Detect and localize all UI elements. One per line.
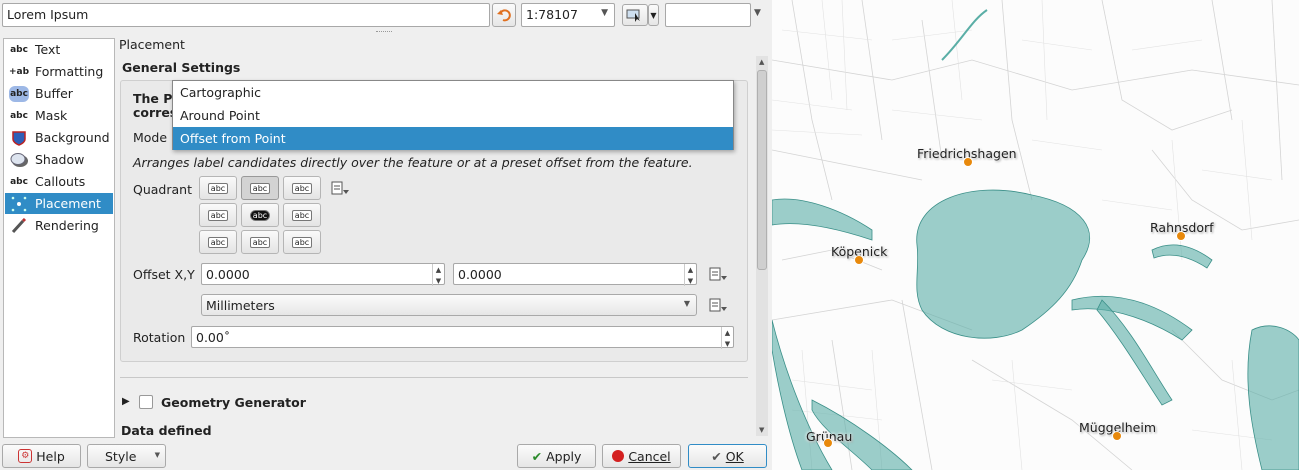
rotation-label: Rotation	[133, 330, 186, 345]
placement-icon	[9, 196, 29, 212]
undo-arrow-icon	[497, 9, 511, 22]
layer-properties-panel: Lorem Ipsum 1:78107 ▼ ▼ ▼ abc Text +ab For…	[0, 0, 772, 470]
map-point-marker[interactable]	[963, 157, 973, 167]
mode-option-cartographic[interactable]: Cartographic	[173, 81, 733, 104]
page-title: Placement	[119, 37, 185, 52]
select-menu-dropdown[interactable]: ▼	[648, 4, 659, 26]
help-icon: ⚙	[18, 449, 33, 463]
rotation-input[interactable]: 0.00˚ ▲ ▼	[191, 326, 734, 349]
layer-name-field[interactable]: Lorem Ipsum	[2, 3, 490, 27]
quadrant-top-right[interactable]: abc	[283, 176, 321, 200]
sidebar-item-mask[interactable]: abc Mask	[5, 105, 113, 126]
units-select[interactable]: Millimeters ▼	[201, 294, 697, 316]
map-rendering	[772, 0, 1299, 470]
cancel-icon	[612, 450, 625, 462]
geometry-generator-checkbox[interactable]	[139, 395, 153, 409]
data-defined-heading: Data defined	[121, 423, 212, 438]
offset-x-input[interactable]: 0.0000 ▲ ▼	[201, 263, 445, 286]
reset-layer-name-button[interactable]	[492, 3, 516, 27]
quadrant-grid: abc abc abc abc abc abc abc abc abc	[199, 176, 323, 256]
map-point-marker[interactable]	[1176, 231, 1186, 241]
mode-option-around-point[interactable]: Around Point	[173, 104, 733, 127]
resize-handle[interactable]	[376, 31, 392, 34]
apply-button[interactable]: ✔ Apply	[517, 444, 596, 468]
sidebar-item-buffer[interactable]: abc Buffer	[5, 83, 113, 104]
mode-description: Arranges label candidates directly over …	[133, 155, 693, 170]
formatting-icon: +ab	[8, 66, 30, 77]
quadrant-bottom-center[interactable]: abc	[241, 230, 279, 254]
text-icon: abc	[10, 44, 28, 55]
info-text-line2: corres	[133, 105, 178, 120]
chevron-down-icon: ▼	[154, 451, 160, 459]
data-defined-override-icon[interactable]	[707, 264, 729, 284]
sidebar-item-text[interactable]: abc Text	[5, 39, 113, 60]
geometry-generator-label: Geometry Generator	[161, 395, 306, 410]
shadow-icon	[9, 152, 29, 168]
content-scrollbar[interactable]: ▲ ▼	[756, 56, 768, 436]
sidebar-item-formatting[interactable]: +ab Formatting	[5, 61, 113, 82]
buffer-icon: abc	[9, 85, 29, 102]
separator	[120, 377, 748, 378]
select-cursor-icon	[626, 9, 640, 22]
map-canvas[interactable]: Friedrichshagen Rahnsdorf Köpenick Grüna…	[772, 0, 1299, 470]
brush-icon	[9, 217, 29, 234]
mode-label: Mode	[133, 130, 168, 145]
chevron-down-icon: ▼	[683, 299, 690, 308]
cancel-button[interactable]: Cancel	[602, 444, 681, 468]
data-defined-override-icon[interactable]	[707, 295, 729, 315]
chevron-down-icon[interactable]: ▼	[601, 8, 608, 18]
offset-x-spinner[interactable]: ▲ ▼	[432, 264, 444, 286]
sidebar-item-rendering[interactable]: Rendering	[5, 215, 113, 236]
offset-label: Offset X,Y	[133, 267, 195, 282]
quadrant-bottom-left[interactable]: abc	[199, 230, 237, 254]
quadrant-top-center[interactable]: abc	[241, 176, 279, 200]
callouts-icon: abc	[10, 176, 28, 187]
scale-value: 1:78107	[526, 7, 578, 22]
map-point-marker[interactable]	[823, 438, 833, 448]
ok-button[interactable]: ✔ OK	[688, 444, 767, 468]
offset-y-spinner[interactable]: ▲ ▼	[684, 264, 696, 286]
info-text-line1: The P	[133, 91, 173, 106]
sidebar-list: abc Text +ab Formatting abc Buffer abc Mask …	[3, 38, 115, 438]
checkmark-icon: ✔	[531, 448, 543, 464]
ok-check-icon: ✔	[711, 448, 722, 464]
quadrant-center[interactable]: abc	[241, 203, 279, 227]
map-point-marker[interactable]	[1112, 431, 1122, 441]
scale-combo[interactable]: 1:78107 ▼	[521, 3, 615, 27]
sidebar-item-shadow[interactable]: Shadow	[5, 149, 113, 170]
expand-arrow-icon[interactable]: ▶	[122, 396, 130, 407]
sidebar-item-background[interactable]: Background	[5, 127, 113, 148]
mode-option-offset-from-point[interactable]: Offset from Point	[173, 127, 733, 150]
shield-icon	[9, 130, 29, 146]
offset-y-input[interactable]: 0.0000 ▲ ▼	[453, 263, 697, 286]
sidebar-item-callouts[interactable]: abc Callouts	[5, 171, 113, 192]
style-menu-button[interactable]: Style ▼	[87, 444, 166, 468]
map-point-marker[interactable]	[854, 255, 864, 265]
select-features-button[interactable]	[622, 4, 648, 26]
search-field[interactable]	[665, 3, 751, 27]
data-defined-override-icon[interactable]	[329, 178, 351, 198]
mask-icon: abc	[10, 110, 28, 121]
scrollbar-thumb[interactable]	[757, 70, 767, 270]
quadrant-top-left[interactable]: abc	[199, 176, 237, 200]
help-button[interactable]: ⚙ Help	[2, 444, 81, 468]
quadrant-middle-left[interactable]: abc	[199, 203, 237, 227]
quadrant-middle-right[interactable]: abc	[283, 203, 321, 227]
sidebar-item-placement[interactable]: Placement	[5, 193, 113, 214]
rotation-spinner[interactable]: ▲ ▼	[721, 327, 733, 349]
general-settings-heading: General Settings	[122, 60, 241, 75]
quadrant-label: Quadrant	[133, 182, 192, 197]
quadrant-bottom-right[interactable]: abc	[283, 230, 321, 254]
chevron-down-icon[interactable]: ▼	[754, 8, 761, 18]
mode-dropdown-list: Cartographic Around Point Offset from Po…	[172, 80, 734, 150]
